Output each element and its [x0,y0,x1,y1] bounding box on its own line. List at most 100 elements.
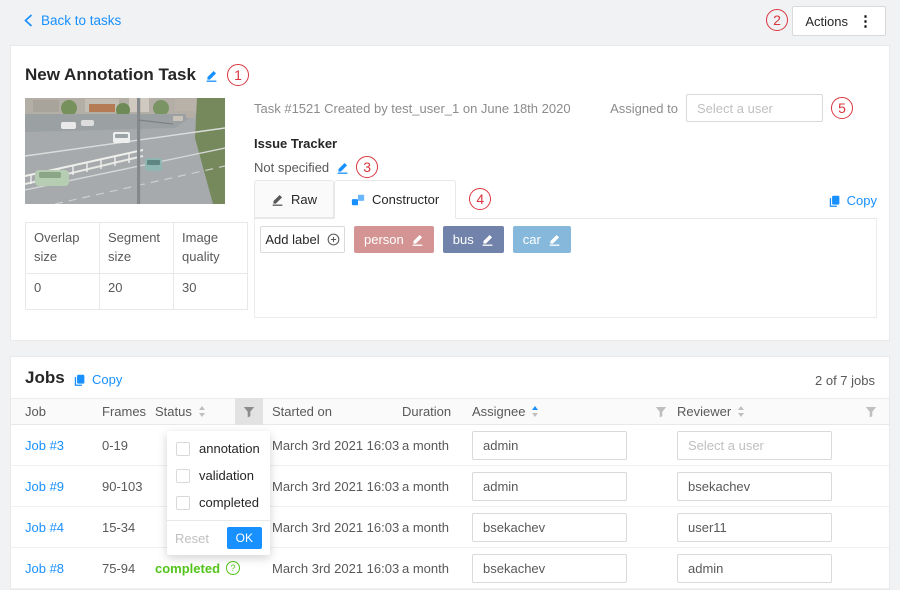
task-params-table: Overlap size Segment size Image quality … [25,222,248,310]
task-details-card: New Annotation Task 1 [10,45,890,341]
param-value-overlap: 0 [26,273,100,309]
col-reviewer-label: Reviewer [677,404,731,419]
checkbox[interactable] [176,496,190,510]
param-value-quality: 30 [174,273,248,309]
edit-label-icon[interactable] [411,233,424,246]
annotation-circle-4: 4 [469,188,491,210]
col-status-label: Status [155,404,192,419]
table-row: Job #8 75-94 completed ? March 3rd 2021 … [11,548,889,589]
label-chip-bus-text: bus [453,232,474,247]
param-value-segment: 20 [100,273,174,309]
job-link[interactable]: Job #4 [25,520,64,535]
add-label-button[interactable]: Add label [260,226,345,253]
edit-title-icon[interactable] [205,69,218,82]
label-chip-bus[interactable]: bus [443,226,504,253]
assignee-filter-icon[interactable] [647,398,675,425]
param-header-segment: Segment size [100,223,174,274]
frames-cell: 0-19 [102,438,155,453]
add-label-text: Add label [265,232,319,247]
label-chip-person[interactable]: person [354,226,434,253]
annotation-circle-3: 3 [356,156,378,178]
edit-label-icon[interactable] [481,233,494,246]
label-constructor-panel: Add label person bus car [254,219,877,318]
job-link[interactable]: Job #3 [25,438,64,453]
copy-jobs-label: Copy [92,372,122,387]
status-filter-icon[interactable] [235,398,263,425]
started-cell: March 3rd 2021 16:03 [272,438,402,453]
chevron-left-icon [24,14,33,27]
jobs-table-header: Job Frames Status Started on Duration As… [11,398,889,425]
jobs-count: 2 of 7 jobs [815,373,875,388]
col-started-on: Started on [272,404,402,419]
assignee-input[interactable] [472,513,627,542]
reviewer-input[interactable] [677,431,832,460]
filter-ok-button[interactable]: OK [227,527,262,549]
assigned-to-label: Assigned to [610,101,678,116]
reviewer-filter-icon[interactable] [857,398,885,425]
col-assignee[interactable]: Assignee [472,404,647,419]
tab-constructor-label: Constructor [372,192,439,207]
annotation-circle-1: 1 [227,64,249,86]
job-link[interactable]: Job #9 [25,479,64,494]
tab-constructor[interactable]: Constructor [334,180,456,219]
col-status[interactable]: Status [155,404,235,419]
assigned-to-input[interactable] [686,94,823,122]
traffic-scene-illustration [25,98,225,204]
checkbox[interactable] [176,442,190,456]
table-row: Job #4 15-34 March 3rd 2021 16:03 a mont… [11,507,889,548]
label-chip-car[interactable]: car [513,226,571,253]
annotation-circle-5: 5 [831,97,853,119]
plus-circle-icon [327,233,340,246]
issue-tracker-label: Issue Tracker [254,136,337,151]
assignee-input[interactable] [472,472,627,501]
status-sort-icon[interactable] [199,406,205,417]
pencil-icon [271,193,284,206]
started-cell: March 3rd 2021 16:03 [272,561,402,576]
status-cell: completed ? [155,561,235,576]
blocks-icon [351,193,365,207]
col-assignee-label: Assignee [472,404,525,419]
duration-cell: a month [402,520,472,535]
task-title: New Annotation Task [25,65,196,85]
labels-tabbar: Raw Constructor 4 Copy [254,181,877,219]
reviewer-input[interactable] [677,554,832,583]
task-preview-image [25,98,225,204]
jobs-title: Jobs [25,368,65,388]
reviewer-input[interactable] [677,513,832,542]
assignee-sort-icon[interactable] [532,406,538,417]
checkbox[interactable] [176,469,190,483]
copy-labels-label: Copy [847,193,877,208]
filter-option-annotation[interactable]: annotation [167,435,270,462]
edit-issue-tracker-icon[interactable] [336,161,349,174]
duration-cell: a month [402,438,472,453]
filter-reset-button[interactable]: Reset [175,531,209,546]
tab-raw[interactable]: Raw [254,180,334,218]
assignee-input[interactable] [472,431,627,460]
copy-jobs-link[interactable]: Copy [73,372,122,387]
copy-labels-link[interactable]: Copy [828,193,877,208]
filter-option-completed[interactable]: completed [167,489,270,516]
filter-option-validation[interactable]: validation [167,462,270,489]
reviewer-sort-icon[interactable] [738,406,744,417]
annotation-circle-2: 2 [766,9,788,31]
job-link[interactable]: Job #8 [25,561,64,576]
kebab-menu-icon: ⋮ [858,12,873,30]
filter-option-completed-label: completed [199,495,259,510]
task-meta: Task #1521 Created by test_user_1 on Jun… [254,101,571,116]
edit-label-icon[interactable] [548,233,561,246]
filter-option-validation-label: validation [199,468,254,483]
param-header-quality: Image quality [174,223,248,274]
back-to-tasks-link[interactable]: Back to tasks [24,13,121,28]
table-row: Job #3 0-19 March 3rd 2021 16:03 a month [11,425,889,466]
duration-cell: a month [402,561,472,576]
assignee-input[interactable] [472,554,627,583]
frames-cell: 90-103 [102,479,155,494]
col-duration: Duration [402,404,472,419]
col-reviewer[interactable]: Reviewer [677,404,852,419]
filter-option-annotation-label: annotation [199,441,260,456]
reviewer-input[interactable] [677,472,832,501]
frames-cell: 15-34 [102,520,155,535]
actions-button[interactable]: Actions ⋮ [792,6,886,36]
col-job: Job [11,404,102,419]
actions-label: Actions [805,14,848,29]
